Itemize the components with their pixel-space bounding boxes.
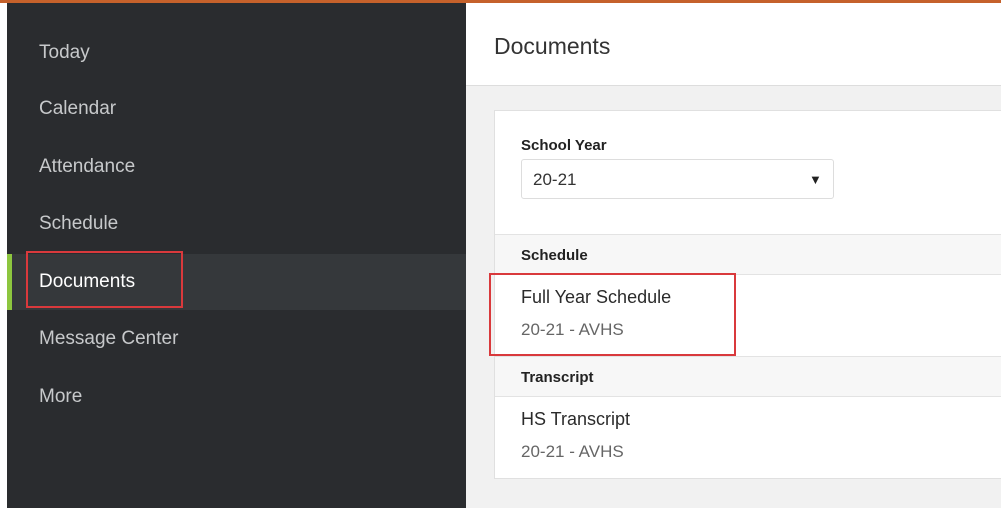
documents-card: School Year 20-21 ▼ Schedule Full Year S… [489,110,1001,479]
sidebar-nav: Today Calendar Attendance Schedule Docum… [7,3,466,508]
nav-item-more[interactable]: More [7,369,466,425]
nav-item-label: Schedule [39,213,119,234]
nav-item-label: Today [39,42,90,63]
document-subtitle: 20-21 - AVHS [521,442,624,461]
page-title: Documents [494,33,611,59]
nav-item-attendance[interactable]: Attendance [7,139,466,195]
document-subtitle: 20-21 - AVHS [521,320,624,339]
document-full-year-schedule[interactable]: Full Year Schedule 20-21 - AVHS [489,273,1001,356]
section-header-transcript: Transcript [495,356,1001,397]
nav-item-label: Message Center [39,328,179,349]
document-hs-transcript[interactable]: HS Transcript 20-21 - AVHS [495,397,1001,477]
section-header-schedule: Schedule [495,234,1001,275]
document-title[interactable]: Full Year Schedule [521,287,671,308]
section-heading: Schedule [521,247,588,264]
nav-item-label: Calendar [39,98,117,119]
nav-item-schedule[interactable]: Schedule [7,196,466,252]
nav-item-calendar[interactable]: Calendar [7,81,466,137]
document-title[interactable]: HS Transcript [521,409,630,430]
nav-item-message-center[interactable]: Message Center [7,311,466,367]
main-content: Documents School Year 20-21 ▼ Schedule F… [466,3,1001,508]
school-year-label: School Year [521,137,607,154]
highlight-box-document [489,273,736,356]
page-header: Documents [466,3,1001,86]
section-heading: Transcript [521,369,594,386]
nav-item-documents[interactable]: Documents [7,251,466,310]
nav-item-label: More [39,386,83,407]
nav-item-label: Documents [39,271,136,292]
caret-down-icon: ▼ [809,172,822,187]
school-year-select[interactable]: 20-21 ▼ [521,159,834,199]
school-year-value: 20-21 [533,170,577,189]
active-indicator [7,254,12,310]
nav-item-label: Attendance [39,156,136,177]
nav-item-today[interactable]: Today [7,25,466,81]
